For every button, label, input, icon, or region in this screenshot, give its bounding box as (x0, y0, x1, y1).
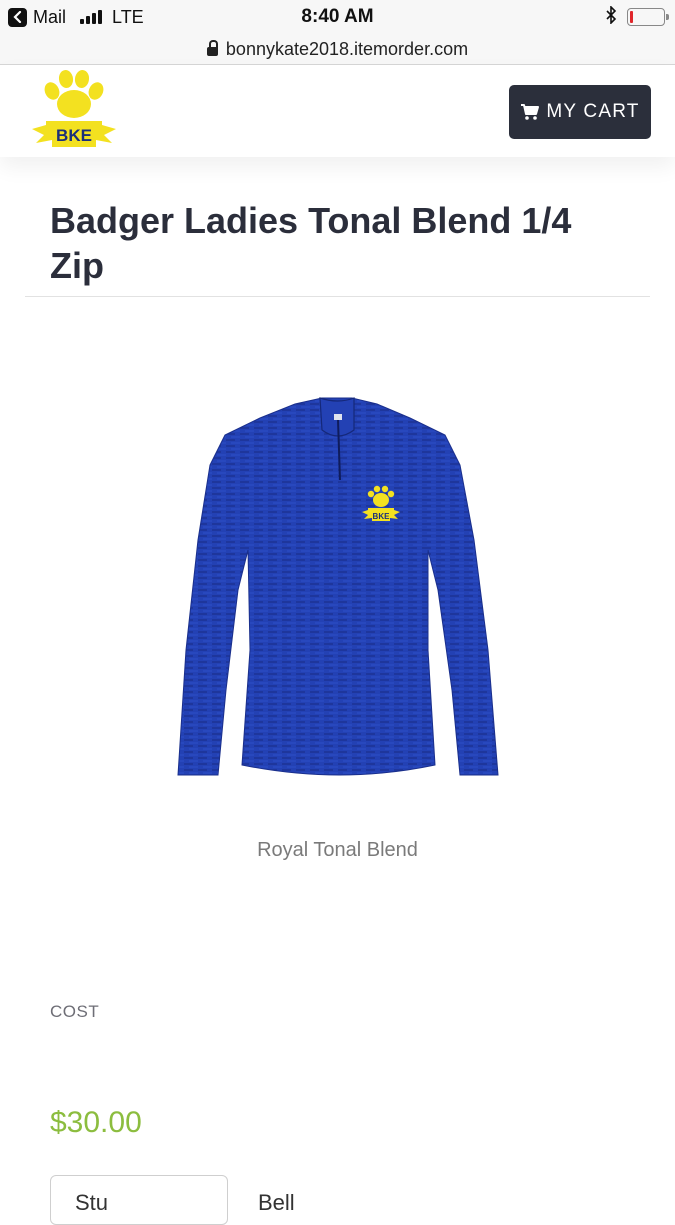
cost-label: COST (50, 1002, 100, 1021)
url-text[interactable]: bonnykate2018.itemorder.com (226, 39, 468, 60)
title-divider (25, 296, 650, 297)
status-bar: Mail LTE 8:40 AM (0, 0, 675, 34)
price: $30.00 (50, 1106, 142, 1139)
lock-icon (206, 39, 218, 56)
bluetooth-icon (606, 4, 617, 29)
battery-icon (627, 8, 669, 26)
clock: 8:40 AM (301, 6, 374, 27)
option-label-1[interactable]: Stu (75, 1190, 108, 1216)
status-right (606, 4, 669, 29)
battery-level (630, 11, 633, 23)
logo-text: BKE (56, 126, 92, 145)
site-header: BKE MY CART (0, 65, 675, 157)
image-caption: Royal Tonal Blend (257, 839, 418, 861)
product-image[interactable]: BKE (170, 390, 505, 790)
chest-logo-text: BKE (373, 512, 391, 521)
cart-icon (520, 103, 540, 121)
address-bar[interactable]: bonnykate2018.itemorder.com (0, 34, 675, 65)
product-title: Badger Ladies Tonal Blend 1/4 Zip (50, 200, 572, 286)
paw-logo[interactable]: BKE (30, 69, 118, 153)
cart-label: MY CART (546, 101, 640, 122)
option-label-2[interactable]: Bell (258, 1190, 295, 1216)
my-cart-button[interactable]: MY CART (509, 85, 651, 139)
